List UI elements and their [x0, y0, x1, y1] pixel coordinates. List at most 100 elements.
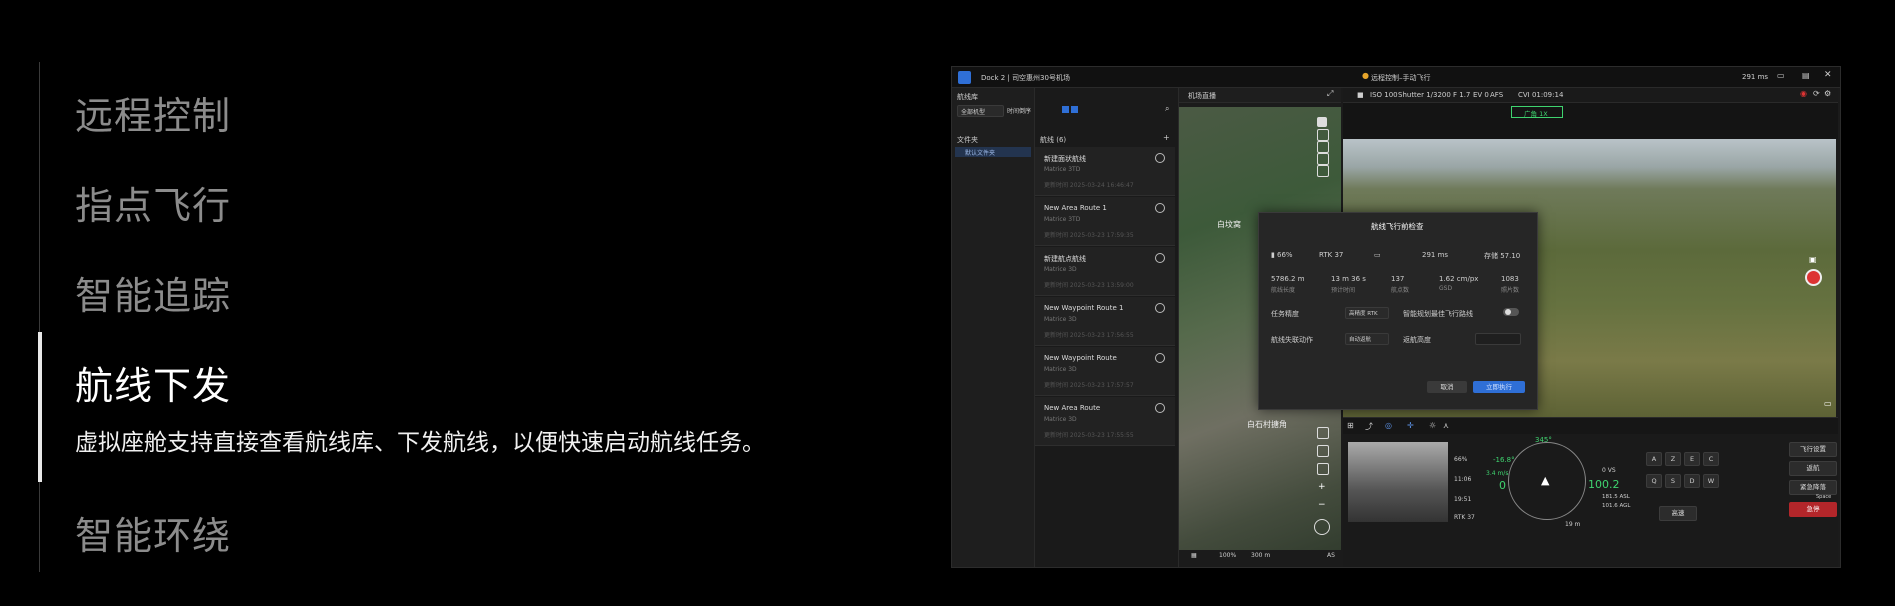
- map-tool-icon[interactable]: [1317, 153, 1329, 165]
- zoom-in-icon[interactable]: +: [1318, 482, 1326, 492]
- key-z[interactable]: Z: [1665, 452, 1681, 466]
- distance-readout: 19 m: [1565, 521, 1581, 528]
- key-w[interactable]: W: [1703, 474, 1719, 488]
- map-corner-label: AS: [1327, 552, 1335, 559]
- grid-icon[interactable]: ⊞: [1347, 421, 1354, 430]
- route-name: New Waypoint Route 1: [1044, 304, 1124, 312]
- record-icon[interactable]: ◉: [1800, 89, 1807, 98]
- search-icon[interactable]: ⌕: [1165, 104, 1169, 114]
- filter-toggle-icon[interactable]: [1071, 106, 1078, 113]
- key-c[interactable]: C: [1703, 452, 1719, 466]
- filter-toggle-icon[interactable]: [1062, 106, 1069, 113]
- execute-button[interactable]: 立即执行: [1473, 381, 1525, 393]
- camera-switch-icon[interactable]: ▣: [1809, 255, 1817, 264]
- route-name: New Area Route 1: [1044, 204, 1107, 212]
- precision-select[interactable]: 高精度 RTK: [1345, 307, 1389, 319]
- record-time: CVI 01:09:14: [1518, 91, 1564, 99]
- thermal-preview[interactable]: [1348, 442, 1448, 522]
- settings-icon[interactable]: ⚙: [1824, 89, 1831, 98]
- route-item[interactable]: New Area Route 1 Matrice 3TD 更新时间 2025-0…: [1035, 197, 1175, 246]
- add-route-icon[interactable]: +: [1163, 133, 1170, 142]
- compass-icon[interactable]: [1314, 519, 1330, 535]
- emergency-stop-button[interactable]: 急停: [1789, 502, 1837, 517]
- cancel-button[interactable]: 取消: [1427, 381, 1467, 393]
- map-title: 机场直播: [1188, 92, 1216, 100]
- stat-gsd: 1.62 cm/px: [1439, 275, 1479, 283]
- stat-label: 照片数: [1501, 287, 1520, 294]
- crosshair-icon[interactable]: ✛: [1407, 421, 1414, 430]
- key-d[interactable]: D: [1684, 474, 1700, 488]
- feature-route-dispatch[interactable]: 航线下发: [75, 355, 231, 410]
- map-tool-icon[interactable]: [1317, 165, 1329, 177]
- play-icon[interactable]: [1155, 303, 1165, 313]
- drone-icon[interactable]: ⋏: [1443, 421, 1449, 430]
- camera-ev: EV 0: [1473, 91, 1489, 99]
- play-icon[interactable]: [1155, 203, 1165, 213]
- route-item[interactable]: 新建面状航线 Matrice 3TD 更新时间 2025-03-24 16:46…: [1035, 147, 1175, 196]
- route-model: Matrice 3D: [1044, 416, 1077, 423]
- speed-mode-button[interactable]: 高速: [1659, 506, 1697, 521]
- map-tool-icon[interactable]: [1317, 445, 1329, 457]
- flight-settings-button[interactable]: 飞行设置: [1789, 442, 1837, 457]
- close-icon[interactable]: ✕: [1824, 70, 1832, 80]
- map-tool-icon[interactable]: [1317, 129, 1329, 141]
- lost-action-select[interactable]: 自动返航: [1345, 333, 1389, 345]
- preflight-check-dialog: 航线飞行前检查 ▮ 66% RTK 37 ▭ 291 ms 存储 57.10 5…: [1258, 212, 1538, 410]
- target-icon[interactable]: ◎: [1385, 421, 1392, 430]
- layout-icon[interactable]: ▤: [1802, 71, 1810, 80]
- optimal-route-label: 智能规划最佳飞行路线: [1403, 310, 1473, 318]
- lens-mode-badge[interactable]: 广角 1X: [1511, 106, 1563, 118]
- route-item[interactable]: 新建航点航线 Matrice 3D 更新时间 2025-03-23 13:59:…: [1035, 247, 1175, 296]
- refresh-icon[interactable]: ⟳: [1813, 89, 1820, 98]
- map-tool-icon[interactable]: [1317, 117, 1327, 127]
- sun-icon[interactable]: ☼: [1429, 421, 1436, 430]
- map-place-label: 白石村搪角: [1247, 420, 1287, 429]
- rth-height-input[interactable]: [1475, 333, 1521, 345]
- route-item[interactable]: New Waypoint Route Matrice 3D 更新时间 2025-…: [1035, 347, 1175, 396]
- title-bar: Dock 2 | 司空惠州30号机场 ● 远程控制–手动飞行 291 ms ▭ …: [952, 67, 1840, 88]
- sort-value: 时间倒序: [1007, 108, 1032, 115]
- return-home-button[interactable]: 返航: [1789, 461, 1837, 476]
- map-tool-icon[interactable]: [1317, 463, 1329, 475]
- key-e[interactable]: E: [1684, 452, 1700, 466]
- key-s[interactable]: S: [1665, 474, 1681, 488]
- map-tool-icon[interactable]: [1317, 427, 1329, 439]
- route-name: 新建航点航线: [1044, 255, 1086, 263]
- map-tool-icon[interactable]: [1317, 141, 1329, 153]
- play-icon[interactable]: [1155, 403, 1165, 413]
- feature-point-flight[interactable]: 指点飞行: [75, 175, 231, 230]
- folders-header: 文件夹: [957, 136, 978, 144]
- play-icon[interactable]: [1155, 253, 1165, 263]
- routes-header: 航线 (6): [1040, 136, 1067, 144]
- route-model: Matrice 3D: [1044, 266, 1077, 273]
- model-filter-select[interactable]: 全部机型: [957, 105, 1004, 117]
- stat-label: GSD: [1439, 285, 1453, 292]
- key-a[interactable]: A: [1646, 452, 1662, 466]
- route-model: Matrice 3D: [1044, 316, 1077, 323]
- route-item[interactable]: New Waypoint Route 1 Matrice 3D 更新时间 202…: [1035, 297, 1175, 346]
- key-q[interactable]: Q: [1646, 474, 1662, 488]
- folder-default[interactable]: 默认文件夹: [955, 147, 1031, 157]
- camera-iso: ISO 100: [1370, 91, 1398, 99]
- expand-icon[interactable]: ⤢: [1327, 89, 1333, 99]
- play-icon[interactable]: [1155, 153, 1165, 163]
- screen-icon[interactable]: ▭: [1777, 71, 1785, 80]
- emergency-land-button[interactable]: 紧急降落: [1789, 480, 1837, 495]
- record-button[interactable]: [1805, 269, 1822, 286]
- sort-select[interactable]: 时间倒序: [1005, 105, 1039, 115]
- layers-icon[interactable]: ▦: [1191, 552, 1197, 559]
- latency-readout: 291 ms: [1742, 73, 1769, 81]
- feature-remote-control[interactable]: 远程控制: [75, 85, 231, 140]
- stat-route-length: 5786.2 m: [1271, 275, 1305, 283]
- feature-smart-orbit[interactable]: 智能环绕: [75, 505, 231, 560]
- route-icon[interactable]: ⤴: [1365, 421, 1373, 432]
- play-icon[interactable]: [1155, 353, 1165, 363]
- optimal-route-toggle[interactable]: [1503, 308, 1519, 316]
- zoom-out-icon[interactable]: −: [1318, 500, 1326, 510]
- route-item[interactable]: New Area Route Matrice 3D 更新时间 2025-03-2…: [1035, 397, 1175, 446]
- map-footer: ▦ 100% 300 m AS: [1179, 550, 1341, 562]
- feature-smart-tracking[interactable]: 智能追踪: [75, 265, 231, 320]
- camera-icon: ■: [1357, 91, 1364, 99]
- chat-icon[interactable]: ▭: [1824, 399, 1832, 408]
- precision-label: 任务精度: [1271, 310, 1299, 318]
